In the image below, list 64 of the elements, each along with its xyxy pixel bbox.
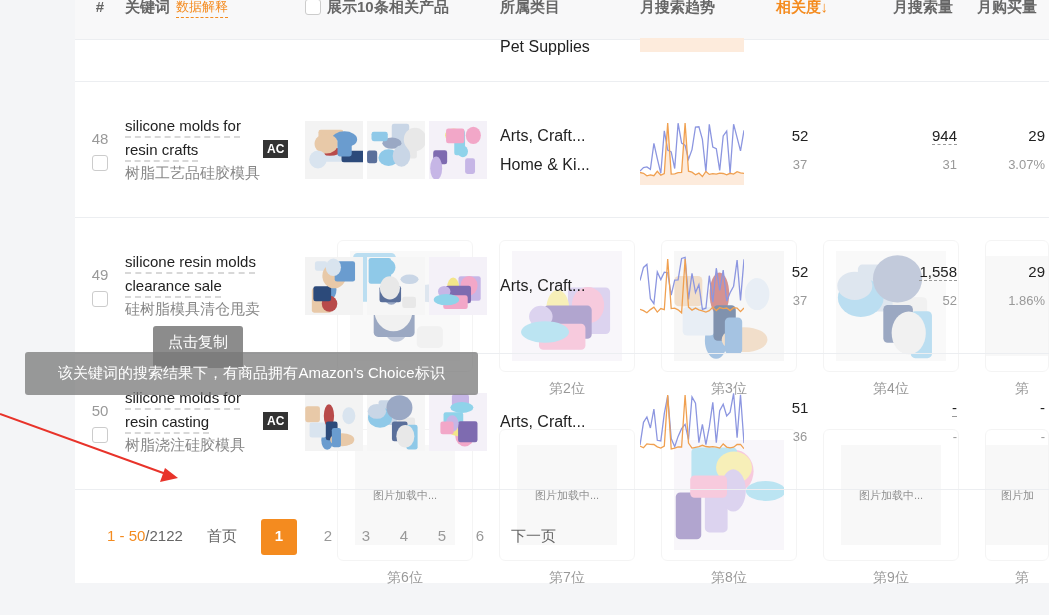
page-button[interactable]: 4 [396,525,411,548]
category-text: Arts, Craft... [500,412,587,432]
loading-text: 图片加 [1000,487,1034,503]
rank-label: 第8位 [710,568,748,587]
search-volume: - [952,398,957,417]
page-button[interactable]: 2 [320,525,335,548]
relevance-value: 52 [790,125,810,146]
row-number: 49 [91,265,109,286]
category-text: Pet Supplies [500,37,591,57]
purchase-rate: 1.86% [1007,292,1045,310]
relevance-sub-value: 37 [791,156,809,174]
rank-label: 第 [1014,379,1030,398]
rank-label: 第2位 [548,379,586,398]
keyword-link[interactable]: silicone resin molds clearance sale [125,250,257,299]
page-button[interactable]: 3 [358,525,373,548]
product-card[interactable] [499,240,635,372]
page-button[interactable]: 6 [472,525,487,548]
row-number: 50 [91,401,109,422]
column-header: # [95,0,105,17]
category-text: Arts, Craft... [500,125,587,146]
category-text: Home & Ki... [500,154,591,175]
loading-text: 图片加载中... [858,487,924,503]
search-volume: 944 [931,126,957,145]
keyword-translation: 硅树脂模具清仓甩卖 [125,299,261,320]
total-count: /2122 [145,527,183,545]
checkbox[interactable] [305,0,321,16]
relevance-value: 52 [790,261,810,282]
column-header: 月搜索量 [893,0,953,17]
search-sub-value: - [951,428,957,446]
purchase-volume: - [1039,397,1045,418]
page-button[interactable]: 5 [434,525,449,548]
search-volume: 1,558 [919,262,957,281]
category-text: Arts, Craft... [500,276,587,296]
rank-label: 第9位 [872,568,910,587]
relevance-sub-value: 36 [791,428,809,446]
page-range: 1 - 50 [107,527,146,545]
relevance-value: 51 [790,397,810,418]
data-explain-link[interactable]: 数据解释 [176,0,228,18]
keyword-link[interactable]: silicone molds for resin crafts [125,114,257,163]
loading-text: 图片加载中... [372,487,438,503]
column-header: 月搜索趋势 [640,0,715,17]
purchase-volume: 29 [1027,125,1045,146]
purchase-rate: - [1039,428,1045,446]
keyword-translation: 树脂工艺品硅胶模具 [125,163,261,184]
column-header: 所属类目 [500,0,560,17]
product-card[interactable] [823,240,959,372]
rank-label: 第6位 [386,568,424,587]
rank-label: 第7位 [548,568,586,587]
purchase-volume: 29 [1027,261,1045,282]
next-page-link[interactable]: 下一页 [510,525,556,548]
loading-text: 图片加载中... [534,487,600,503]
keyword-translation: 树脂浇注硅胶模具 [125,435,246,456]
first-page-link[interactable]: 首页 [206,525,237,548]
rank-label: 第 [1014,568,1030,587]
search-sub-value: 52 [941,292,957,310]
column-header: 月购买量 [977,0,1037,17]
rank-label: 第4位 [872,379,910,398]
ac-badge: AC [263,412,289,431]
relevance-sub-value: 37 [791,292,809,310]
rank-label: 第3位 [710,379,748,398]
row-number: 48 [91,129,109,150]
ac-badge: AC [263,140,289,159]
search-sub-value: 31 [941,156,957,174]
purchase-rate: 3.07% [1007,156,1045,174]
